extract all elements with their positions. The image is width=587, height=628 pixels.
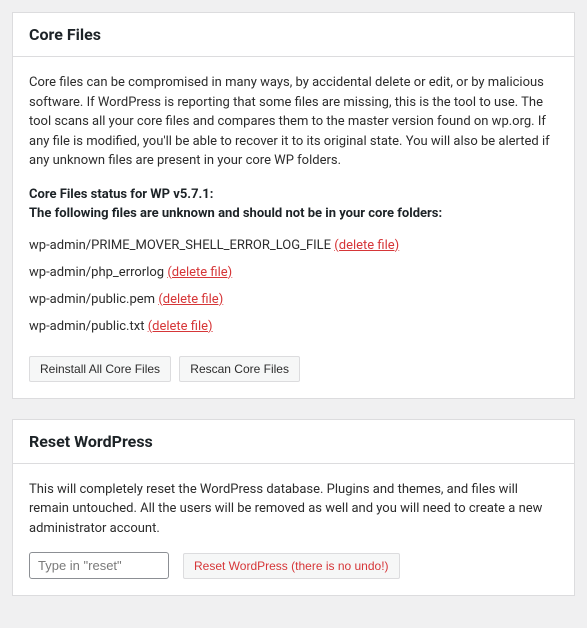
reset-wordpress-body: This will completely reset the WordPress…: [13, 464, 574, 596]
core-files-panel: Core Files Core files can be compromised…: [12, 12, 575, 399]
reset-wordpress-panel: Reset WordPress This will completely res…: [12, 419, 575, 597]
delete-file-link[interactable]: (delete file): [334, 238, 399, 253]
core-files-unknown-label: The following files are unknown and shou…: [29, 206, 442, 221]
file-path: wp-admin/php_errorlog: [29, 265, 164, 280]
unknown-files-list: wp-admin/PRIME_MOVER_SHELL_ERROR_LOG_FIL…: [29, 232, 558, 340]
list-item: wp-admin/public.txt (delete file): [29, 313, 558, 340]
core-files-description: Core files can be compromised in many wa…: [29, 73, 558, 171]
file-path: wp-admin/public.pem: [29, 292, 155, 307]
core-files-status: Core Files status for WP v5.7.1: The fol…: [29, 185, 558, 224]
reset-confirm-input[interactable]: [29, 552, 169, 579]
rescan-core-files-button[interactable]: Rescan Core Files: [179, 356, 300, 382]
reset-wordpress-title: Reset WordPress: [29, 432, 558, 451]
delete-file-link[interactable]: (delete file): [148, 319, 213, 334]
reset-wordpress-description: This will completely reset the WordPress…: [29, 480, 558, 539]
core-files-status-version: Core Files status for WP v5.7.1:: [29, 187, 213, 202]
reset-wordpress-button[interactable]: Reset WordPress (there is no undo!): [183, 553, 400, 579]
delete-file-link[interactable]: (delete file): [167, 265, 232, 280]
reinstall-core-files-button[interactable]: Reinstall All Core Files: [29, 356, 171, 382]
core-files-header: Core Files: [13, 13, 574, 57]
delete-file-link[interactable]: (delete file): [158, 292, 223, 307]
file-path: wp-admin/PRIME_MOVER_SHELL_ERROR_LOG_FIL…: [29, 238, 331, 253]
core-files-title: Core Files: [29, 25, 558, 44]
core-files-body: Core files can be compromised in many wa…: [13, 57, 574, 398]
list-item: wp-admin/PRIME_MOVER_SHELL_ERROR_LOG_FIL…: [29, 232, 558, 259]
reset-controls-row: Reset WordPress (there is no undo!): [29, 552, 558, 579]
file-path: wp-admin/public.txt: [29, 319, 144, 334]
list-item: wp-admin/public.pem (delete file): [29, 286, 558, 313]
list-item: wp-admin/php_errorlog (delete file): [29, 259, 558, 286]
reset-wordpress-header: Reset WordPress: [13, 420, 574, 464]
